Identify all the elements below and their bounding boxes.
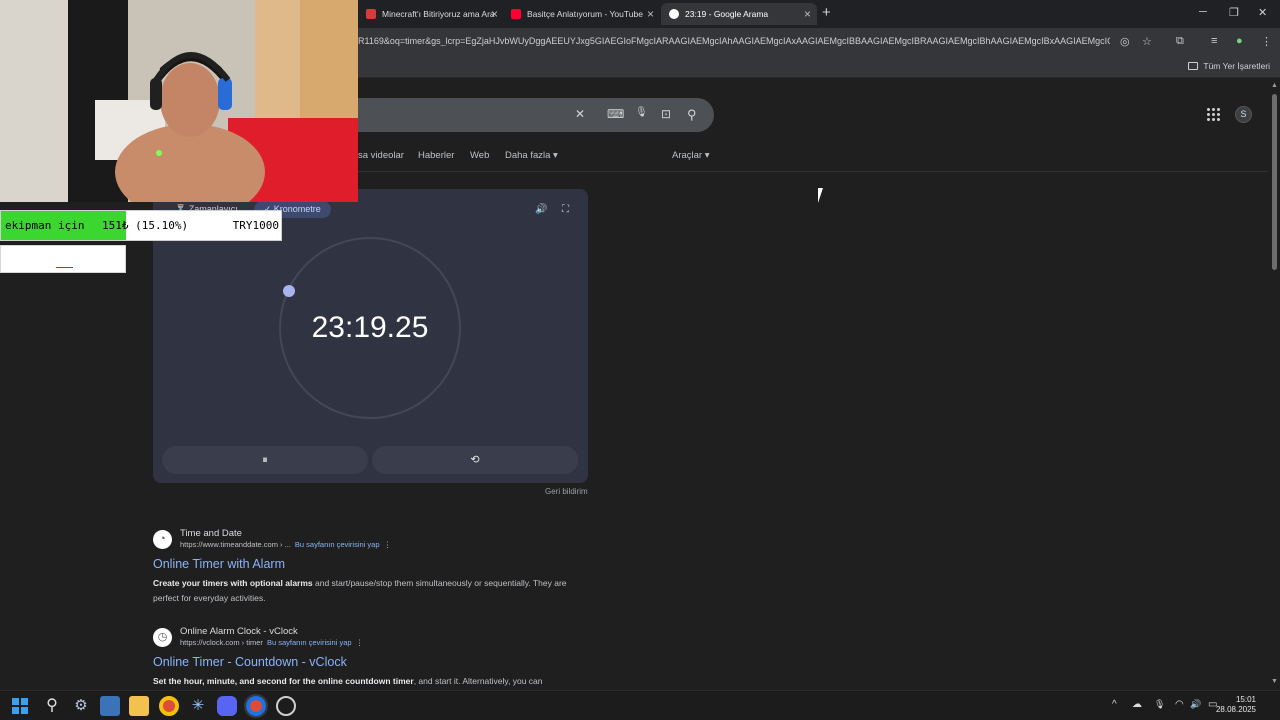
result-title[interactable]: Online Timer with Alarm xyxy=(153,557,285,571)
discord-icon[interactable] xyxy=(217,696,237,716)
result-snippet: Set the hour, minute, and second for the… xyxy=(153,676,543,686)
result-title[interactable]: Online Timer - Countdown - vClock xyxy=(153,655,347,669)
profile-icon[interactable]: ● xyxy=(1236,35,1243,47)
chrome-active-icon[interactable] xyxy=(244,694,268,718)
clock-time: 15:01 xyxy=(1235,695,1256,704)
tab-minecraft[interactable]: Minecraft'ı Bitiriyoruz ama Ara × xyxy=(358,3,504,25)
clock-date: 28.08.2025 xyxy=(1215,705,1256,714)
tools-button[interactable]: Araçlar ▾ xyxy=(672,150,710,161)
stopwatch-time: 23:19.25 xyxy=(311,311,429,344)
donation-goal: TRY1000 xyxy=(232,219,279,232)
result-site-name[interactable]: Online Alarm Clock - vClock xyxy=(180,626,298,637)
scroll-up-icon[interactable]: ▲ xyxy=(1271,82,1278,89)
tab-short-videos[interactable]: sa videolar xyxy=(358,150,404,161)
google-apps-icon[interactable] xyxy=(1207,108,1220,121)
tray-mic-icon[interactable]: 🎙 xyxy=(1154,699,1165,710)
pause-button[interactable]: ⏸ xyxy=(162,446,368,474)
network-app-icon[interactable]: ✳ xyxy=(188,696,208,716)
wifi-icon[interactable]: ◠ xyxy=(1175,699,1184,710)
webcam-image xyxy=(0,0,358,202)
scrollbar-thumb[interactable] xyxy=(1272,94,1277,270)
eye-off-icon[interactable]: ◎ xyxy=(1120,35,1130,48)
result-site-name[interactable]: Time and Date xyxy=(180,528,242,539)
tab-google-search[interactable]: 23:19 - Google Arama × xyxy=(661,3,817,25)
tab-news[interactable]: Haberler xyxy=(418,150,454,161)
vclock-icon: ◷ xyxy=(153,628,172,647)
fullscreen-icon[interactable]: ⛶ xyxy=(562,204,569,215)
all-bookmarks-button[interactable]: Tüm Yer İşaretleri xyxy=(1188,61,1270,71)
menu-icon[interactable]: ⋮ xyxy=(1261,35,1272,48)
youtube-icon xyxy=(511,9,521,19)
mic-icon[interactable]: 🎙 xyxy=(635,107,648,118)
clear-search-icon[interactable]: ✕ xyxy=(575,107,585,121)
tab-title: Basitçe Anlatıyorum - YouTube xyxy=(527,9,643,19)
result-url: https://www.timeanddate.com › ... Bu sayf… xyxy=(180,540,392,549)
keyboard-icon[interactable]: ⌨ xyxy=(607,107,624,121)
result-url: https://vclock.com › timer Bu sayfanın çe… xyxy=(180,638,364,647)
new-tab-button[interactable]: + xyxy=(822,4,831,21)
translate-link[interactable]: Bu sayfanın çevirisini yap xyxy=(295,540,380,549)
search-icon[interactable]: ⚲ xyxy=(687,107,697,123)
close-window-button[interactable]: ✕ xyxy=(1258,6,1267,19)
settings-icon[interactable]: ⚙ xyxy=(71,696,91,716)
account-avatar[interactable]: S xyxy=(1235,106,1252,123)
screen: Minecraft'ı Bitiriyoruz ama Ara × Basitç… xyxy=(0,0,1280,720)
volume-icon[interactable]: 🔊 xyxy=(1190,699,1201,710)
overlay-widget-box xyxy=(0,245,126,273)
windows-start-icon[interactable] xyxy=(12,698,28,714)
star-icon[interactable]: ☆ xyxy=(1142,35,1152,48)
lens-icon[interactable]: ⊡ xyxy=(661,107,671,121)
donation-progress-text: 151₺ (15.10%) xyxy=(102,219,189,232)
onedrive-icon[interactable]: ☁ xyxy=(1132,699,1142,710)
page-scrollbar[interactable]: ▲ ▼ xyxy=(1270,80,1280,690)
tab-favicon xyxy=(366,9,376,19)
overlay-red-line xyxy=(56,267,73,268)
donation-label: ekipman için xyxy=(5,219,85,232)
donation-goal-bar: ekipman için 151₺ (15.10%) TRY1000 xyxy=(0,210,282,241)
translate-link[interactable]: Bu sayfanın çevirisini yap xyxy=(267,638,352,647)
mouse-cursor-icon xyxy=(818,188,828,203)
folder-icon xyxy=(1188,62,1199,70)
tab-title: 23:19 - Google Arama xyxy=(685,9,769,19)
tab-more[interactable]: Daha fazla ▾ xyxy=(505,150,558,161)
search-input[interactable]: ✕ ⌨ 🎙 ⊡ ⚲ xyxy=(340,98,714,132)
result-snippet: Create your timers with optional alarms … xyxy=(153,578,567,603)
extensions-icon[interactable]: ⧉ xyxy=(1176,35,1184,48)
feedback-link[interactable]: Geri bildirim xyxy=(545,487,588,496)
restore-button[interactable]: ❐ xyxy=(1229,6,1239,19)
taskbar-search-icon[interactable]: ⚲ xyxy=(42,696,62,716)
obs-icon[interactable] xyxy=(276,696,296,716)
media-icon[interactable]: ≡ xyxy=(1211,35,1217,47)
chrome-icon[interactable] xyxy=(159,696,179,716)
close-tab-icon[interactable]: × xyxy=(647,7,654,21)
all-bookmarks-label: Tüm Yer İşaretleri xyxy=(1203,61,1270,71)
terminal-icon[interactable] xyxy=(100,696,120,716)
dial-progress-knob xyxy=(283,285,295,297)
minimize-button[interactable]: ─ xyxy=(1199,6,1207,18)
webcam-overlay xyxy=(0,0,358,202)
url-field[interactable]: R1169&oq=timer&gs_lcrp=EgZjaHJvbWUyDggAE… xyxy=(358,36,1110,46)
close-tab-icon[interactable]: × xyxy=(804,7,811,21)
google-icon xyxy=(669,9,679,19)
timeanddate-icon: ◔ xyxy=(153,530,172,549)
file-explorer-icon[interactable] xyxy=(129,696,149,716)
reset-button[interactable]: ⟲ xyxy=(372,446,578,474)
taskbar: ⚲ ⚙ ✳ ^ ☁ 🎙 ◠ 🔊 ▭ 15:01 28.08.2025 xyxy=(0,690,1280,720)
sound-icon[interactable]: 🔊 xyxy=(535,204,547,215)
tray-chevron-icon[interactable]: ^ xyxy=(1112,699,1117,710)
system-clock[interactable]: 15:01 28.08.2025 xyxy=(1216,695,1256,715)
scroll-down-icon[interactable]: ▼ xyxy=(1271,678,1278,685)
tab-youtube[interactable]: Basitçe Anlatıyorum - YouTube × xyxy=(503,3,660,25)
tab-web[interactable]: Web xyxy=(470,150,489,161)
tab-title: Minecraft'ı Bitiriyoruz ama Ara xyxy=(382,9,495,19)
close-tab-icon[interactable]: × xyxy=(491,7,498,21)
